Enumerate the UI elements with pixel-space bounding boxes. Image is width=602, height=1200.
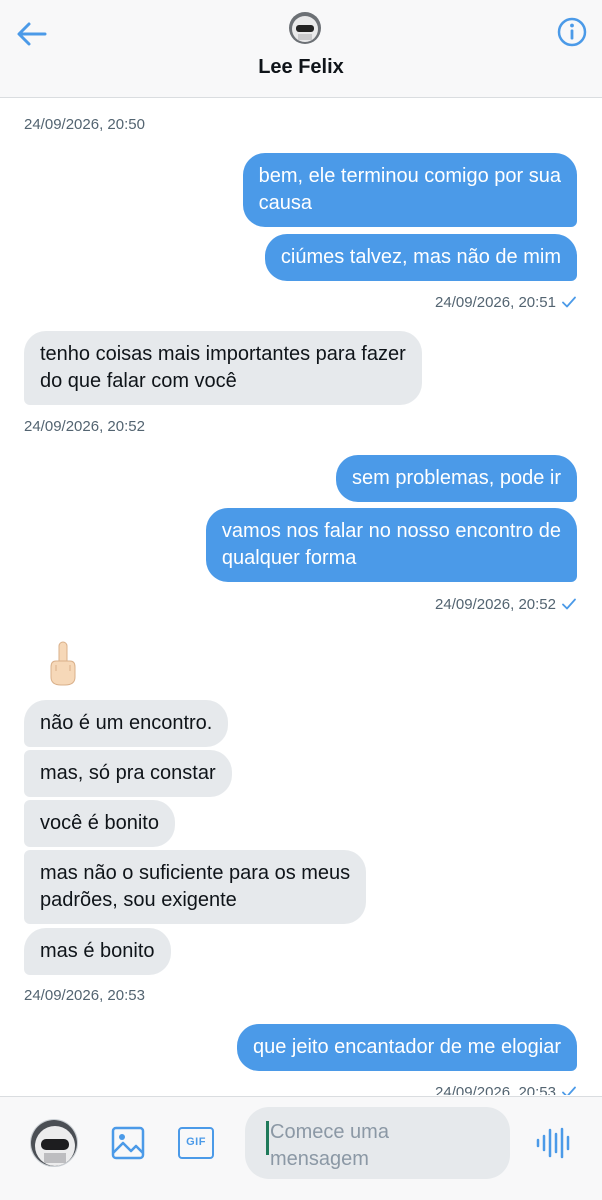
message-input-placeholder: Comece uma mensagem [270, 1119, 500, 1173]
gif-icon: GIF [186, 1136, 206, 1148]
middle-finger-emoji[interactable] [48, 641, 78, 687]
incoming-message[interactable]: tenho coisas mais importantes para fazer… [24, 331, 422, 405]
sent-check-icon [562, 296, 576, 308]
message-text-line: tenho coisas mais importantes para fazer [40, 343, 406, 365]
message-timestamp: 24/09/2026, 20:51 [435, 294, 576, 311]
message-text-line: mas é bonito [40, 940, 155, 962]
contact-avatar[interactable] [289, 12, 321, 44]
message-timestamp: 24/09/2026, 20:50 [24, 116, 145, 133]
conversation-header: Lee Felix [0, 0, 602, 98]
conversation-info-button[interactable] [556, 16, 588, 48]
message-composer: GIF Comece uma mensagem [0, 1096, 602, 1200]
sent-check-icon [562, 1086, 576, 1095]
message-text-line: qualquer forma [221, 547, 357, 569]
message-list[interactable]: 24/09/2026, 20:50 bem, ele terminou comi… [0, 99, 602, 1095]
image-icon [111, 1126, 145, 1160]
message-text-line: mas, só pra constar [40, 762, 216, 784]
message-text-line: mas não o suficiente para os meus [40, 862, 351, 884]
voice-waveform-icon [536, 1127, 570, 1159]
message-text-line: ciúmes talvez, mas não de mim [280, 246, 561, 268]
message-text-line: bem, ele terminou comigo por sua [258, 165, 561, 187]
gif-button[interactable]: GIF [178, 1127, 214, 1159]
incoming-message[interactable]: mas é bonito [24, 928, 171, 975]
middle-finger-emoji-icon [50, 641, 76, 686]
arrow-left-icon [17, 22, 47, 46]
message-text-line: causa [258, 192, 312, 214]
message-timestamp: 24/09/2026, 20:53 [435, 1084, 576, 1095]
placeholder-line: mensagem [270, 1148, 369, 1170]
outgoing-message[interactable]: que jeito encantador de me elogiar [237, 1024, 577, 1071]
message-text-line: que jeito encantador de me elogiar [253, 1036, 561, 1058]
message-timestamp: 24/09/2026, 20:52 [24, 418, 145, 435]
message-timestamp: 24/09/2026, 20:52 [435, 596, 576, 613]
message-timestamp: 24/09/2026, 20:53 [24, 987, 145, 1004]
voice-message-button[interactable] [534, 1123, 574, 1163]
message-text-line: sem problemas, pode ir [352, 467, 561, 489]
incoming-message[interactable]: mas não o suficiente para os meus padrõe… [24, 850, 367, 924]
incoming-message[interactable]: mas, só pra constar [24, 750, 232, 797]
message-text-line: você é bonito [40, 812, 159, 834]
message-text-line: não é um encontro. [40, 712, 213, 734]
user-avatar[interactable] [30, 1119, 78, 1167]
outgoing-message[interactable]: sem problemas, pode ir [336, 455, 577, 502]
back-button[interactable] [14, 16, 50, 52]
outgoing-message[interactable]: vamos nos falar no nosso encontro de qua… [205, 508, 577, 582]
contact-name[interactable]: Lee Felix [0, 56, 602, 79]
info-circle-icon [557, 17, 587, 47]
incoming-message[interactable]: não é um encontro. [24, 700, 229, 747]
outgoing-message[interactable]: ciúmes talvez, mas não de mim [264, 234, 577, 281]
add-image-button[interactable] [110, 1125, 146, 1161]
helmet-avatar-image [289, 12, 321, 44]
outgoing-message[interactable]: bem, ele terminou comigo por sua causa [242, 153, 577, 227]
placeholder-line: Comece uma [270, 1121, 389, 1143]
message-text-line: vamos nos falar no nosso encontro de [221, 520, 561, 542]
incoming-message[interactable]: você é bonito [24, 800, 175, 847]
sent-check-icon [562, 598, 576, 610]
helmet-avatar-image [31, 1120, 77, 1166]
message-text-line: padrões, sou exigente [40, 889, 237, 911]
message-text-line: do que falar com você [40, 370, 237, 392]
text-caret [266, 1121, 269, 1155]
